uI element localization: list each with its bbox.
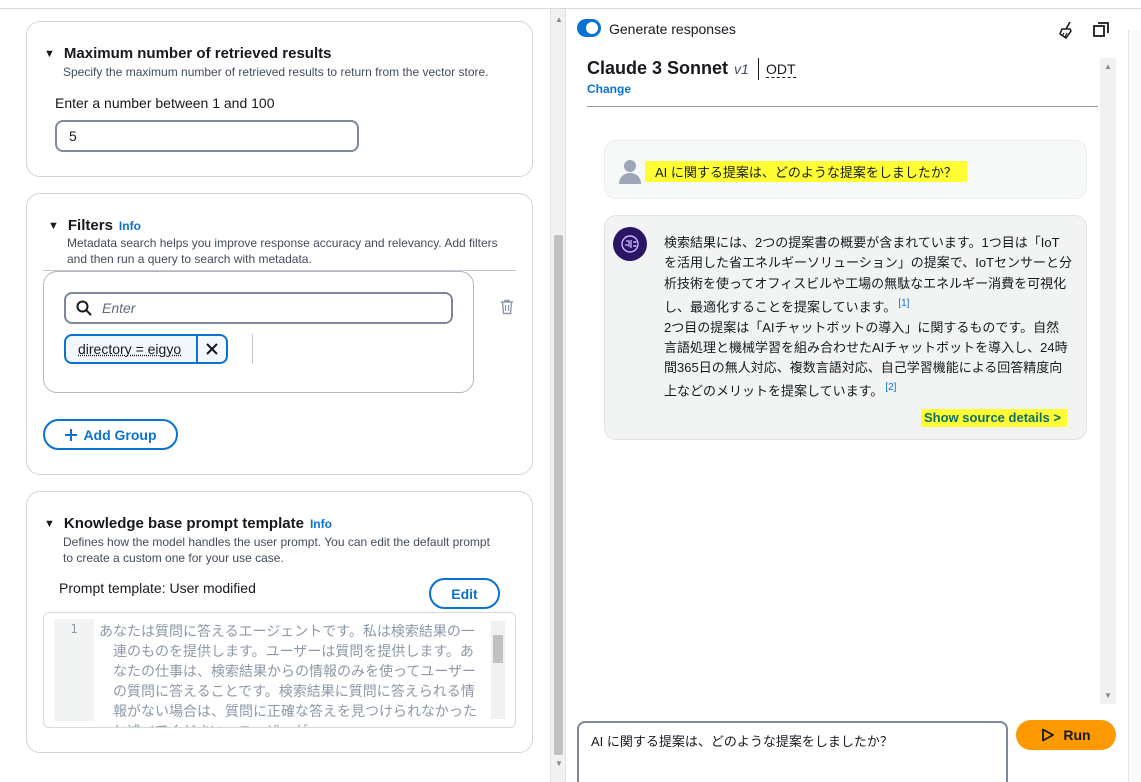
trash-icon[interactable]	[500, 299, 514, 320]
prompt-template-description-line1: Defines how the model handles the user p…	[63, 535, 490, 549]
run-label: Run	[1063, 727, 1091, 743]
model-name: Claude 3 Sonnet	[587, 58, 729, 78]
caret-down-icon: ▼	[48, 219, 59, 232]
citation-1-link[interactable]: [1]	[898, 298, 909, 309]
prompt-template-title: Knowledge base prompt template	[63, 515, 304, 532]
prompt-template-description-line2: to create a custom one for your use case…	[63, 551, 284, 565]
scroll-up-icon[interactable]: ▲	[555, 15, 563, 24]
assistant-paragraph-1: 検索結果には、2つの提案書の概要が含まれています。1つ目は「IoTを活用した省エ…	[664, 235, 1073, 315]
show-source-details-link[interactable]: Show source details >	[921, 409, 1067, 427]
user-message-text: AI に関する提案は、どのような提案をしましたか？	[645, 161, 967, 182]
edit-button[interactable]: Edit	[429, 578, 500, 609]
chat-scrollbar[interactable]: ▲ ▼	[1100, 58, 1116, 704]
left-scrollbar[interactable]: ▲ ▼	[550, 9, 566, 782]
prompt-template-description: Defines how the model handles the user p…	[63, 534, 518, 566]
play-icon	[1042, 728, 1055, 742]
max-results-title: Maximum number of retrieved results	[63, 45, 332, 62]
filters-info-link[interactable]: Info	[119, 219, 141, 233]
caret-down-icon: ▼	[44, 517, 55, 530]
filter-search-placeholder: Enter	[102, 300, 136, 316]
editor-scrollbar[interactable]	[491, 621, 505, 719]
editor-scrollbar-thumb[interactable]	[493, 635, 503, 663]
filter-search-input[interactable]: Enter	[64, 292, 453, 324]
max-results-description: Specify the maximum number of retrieved …	[63, 65, 489, 79]
filter-token: directory = eigyo	[64, 334, 228, 364]
prompt-template-header[interactable]: ▼ Knowledge base prompt template Info	[44, 515, 332, 532]
scroll-up-icon[interactable]: ▲	[1104, 62, 1112, 71]
citation-2-link[interactable]: [2]	[885, 382, 896, 393]
generate-responses-label: Generate responses	[609, 21, 736, 37]
close-icon[interactable]	[196, 336, 226, 362]
model-region[interactable]: ODT	[766, 61, 796, 78]
left-scrollbar-thumb[interactable]	[554, 235, 563, 755]
caret-down-icon: ▼	[44, 47, 55, 60]
add-group-button[interactable]: Add Group	[43, 419, 178, 450]
filters-title: Filters	[67, 217, 113, 234]
filters-header[interactable]: ▼ Filters Info	[48, 217, 141, 234]
page-scrollbar[interactable]	[1128, 30, 1141, 782]
chat-prompt-input[interactable]: AI に関する提案は、どのような提案をしましたか？	[577, 721, 1008, 782]
filters-description: Metadata search helps you improve respon…	[67, 235, 517, 267]
copy-icon[interactable]	[1093, 22, 1109, 43]
line-number: 1	[54, 619, 94, 721]
plus-icon	[65, 428, 78, 441]
prompt-template-info-link[interactable]: Info	[310, 517, 332, 531]
top-divider	[0, 0, 1141, 9]
token-separator	[252, 334, 253, 364]
scroll-down-icon[interactable]: ▼	[555, 759, 563, 768]
prompt-template-code[interactable]: あなたは質問に答えるエージェントです。私は検索結果の一連のものを提供します。ユー…	[99, 621, 487, 727]
add-group-label: Add Group	[83, 426, 157, 443]
scroll-down-icon[interactable]: ▼	[1104, 691, 1112, 700]
max-results-header[interactable]: ▼ Maximum number of retrieved results	[44, 45, 331, 62]
run-button[interactable]: Run	[1016, 720, 1116, 750]
prompt-template-status: Prompt template: User modified	[59, 580, 256, 596]
search-icon	[76, 300, 92, 316]
filter-group	[43, 271, 474, 393]
filters-description-line1: Metadata search helps you improve respon…	[67, 236, 498, 250]
clear-chat-icon[interactable]	[1058, 21, 1074, 44]
max-results-input-label: Enter a number between 1 and 100	[55, 95, 275, 111]
prompt-template-editor[interactable]: 1 あなたは質問に答えるエージェントです。私は検索結果の一連のものを提供します。…	[43, 612, 516, 728]
filter-token-label[interactable]: directory = eigyo	[66, 341, 196, 357]
generate-responses-toggle[interactable]	[577, 19, 601, 37]
model-version: v1	[734, 61, 749, 77]
change-model-link[interactable]: Change	[587, 82, 631, 96]
assistant-message-text: 検索結果には、2つの提案書の概要が含まれています。1つ目は「IoTを活用した省エ…	[664, 233, 1072, 402]
model-separator	[758, 58, 759, 80]
model-divider	[587, 106, 1098, 107]
max-results-input[interactable]: 5	[55, 120, 359, 152]
filters-description-line2: and then run a query to search with meta…	[67, 252, 312, 266]
assistant-paragraph-2: 2つ目の提案は「AIチャットボットの導入」に関するものです。自然言語処理と機械学…	[664, 319, 1068, 399]
assistant-avatar-icon	[613, 227, 647, 261]
user-avatar-icon	[617, 157, 643, 185]
